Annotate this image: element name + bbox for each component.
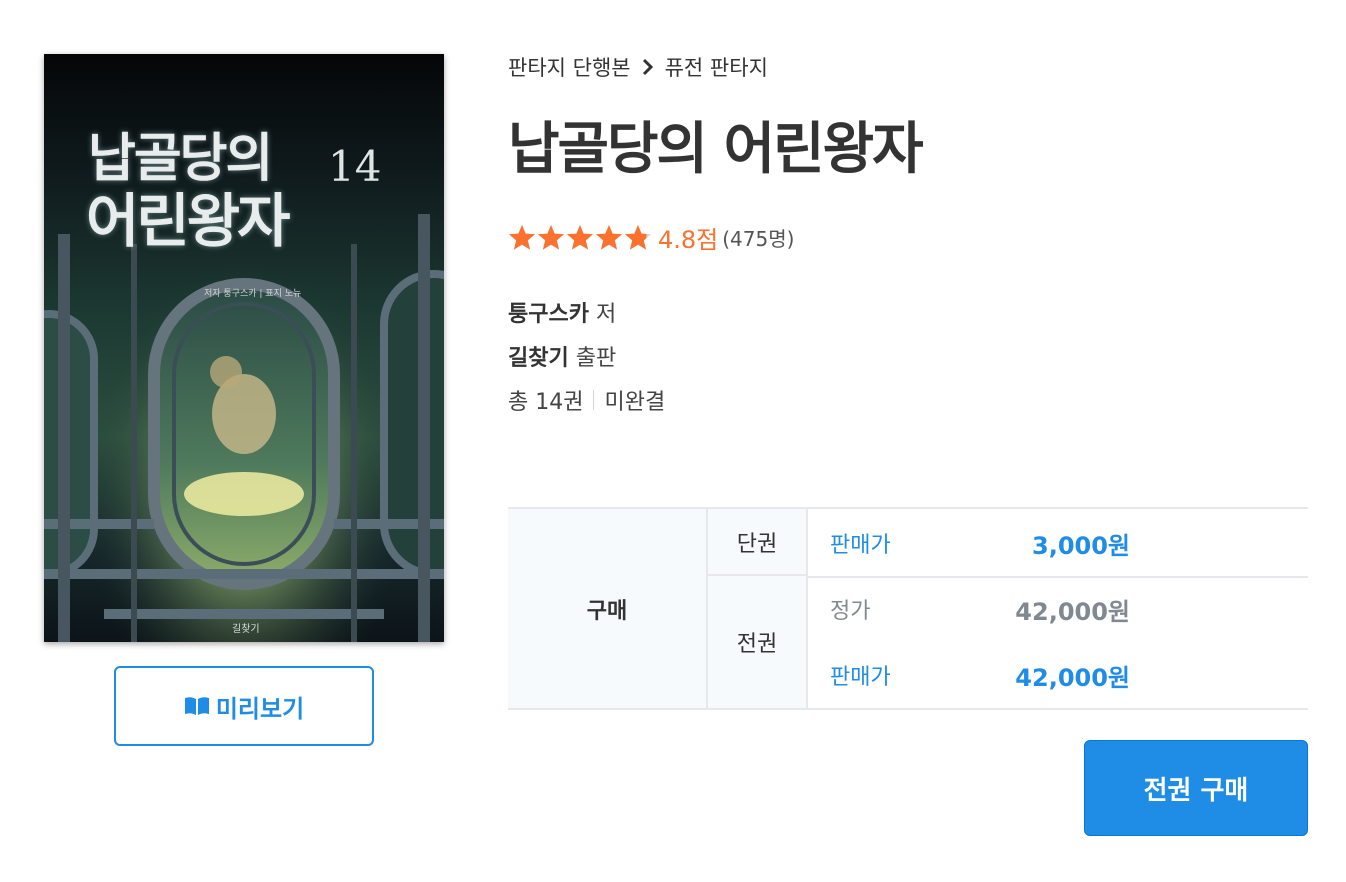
divider xyxy=(593,390,595,410)
book-cover[interactable]: 납골당의 어린왕자 14 저자 퉁구스카 | 표지 노뉴 길찾기 xyxy=(44,54,444,642)
cover-title-line2: 어린왕자 xyxy=(86,187,290,255)
cover-publisher-mark: 길찾기 xyxy=(232,624,260,635)
publisher-suffix: 출판 xyxy=(575,346,617,371)
buy-header: 구매 xyxy=(508,509,708,708)
open-book-icon xyxy=(184,697,209,715)
star-icon xyxy=(509,225,535,250)
total-volumes: 총 14권 xyxy=(508,390,584,415)
star-icon xyxy=(596,225,622,250)
author-suffix: 저 xyxy=(595,302,617,327)
book-title: 납골당의 어린왕자 xyxy=(508,117,924,182)
author-line: 퉁구스카 저 xyxy=(508,296,616,328)
all-sale-label: 판매가 xyxy=(830,665,891,690)
star-rating xyxy=(508,224,652,251)
all-list-price: 42,000원 xyxy=(1015,597,1130,626)
publisher-name[interactable]: 길찾기 xyxy=(508,346,569,371)
star-icon xyxy=(538,225,564,250)
cover-volume: 14 xyxy=(328,142,382,191)
star-icon xyxy=(567,225,593,250)
rating-score: 4.8점 xyxy=(658,226,719,254)
publisher-line: 길찾기 출판 xyxy=(508,340,616,372)
single-volume-label: 단권 xyxy=(708,509,808,576)
preview-label: 미리보기 xyxy=(215,694,305,723)
all-sale-price: 42,000원 xyxy=(1015,663,1130,692)
breadcrumb: 판타지 단행본 퓨전 판타지 xyxy=(508,52,768,82)
all-sale-row: 판매가 42,000원 xyxy=(830,655,1130,695)
preview-button[interactable]: 미리보기 xyxy=(114,666,374,746)
star-icon xyxy=(625,225,651,250)
rating: 4.8점 (475명) xyxy=(508,220,794,255)
single-sale-price: 3,000원 xyxy=(1032,531,1130,560)
rating-count: (475명) xyxy=(722,227,795,251)
row-divider xyxy=(808,576,1308,578)
author-name[interactable]: 퉁구스카 xyxy=(508,302,589,327)
price-table: 구매 단권 전권 판매가 3,000원 정가 42,000원 판매가 42,00… xyxy=(508,507,1308,710)
all-list-label: 정가 xyxy=(830,599,871,624)
cover-credit: 저자 퉁구스카 | 표지 노뉴 xyxy=(204,289,302,299)
single-sale-label: 판매가 xyxy=(830,533,891,558)
single-sale-row: 판매가 3,000원 xyxy=(830,523,1130,563)
completion-status: 미완결 xyxy=(604,390,666,415)
chevron-right-icon xyxy=(642,58,653,76)
breadcrumb-category[interactable]: 판타지 단행본 xyxy=(508,52,631,82)
breadcrumb-subcategory[interactable]: 퓨전 판타지 xyxy=(665,52,768,82)
buy-all-button[interactable]: 전권 구매 xyxy=(1084,740,1308,836)
all-volumes-label: 전권 xyxy=(708,576,808,708)
series-info: 총 14권 미완결 xyxy=(508,384,665,416)
all-list-row: 정가 42,000원 xyxy=(830,589,1130,629)
